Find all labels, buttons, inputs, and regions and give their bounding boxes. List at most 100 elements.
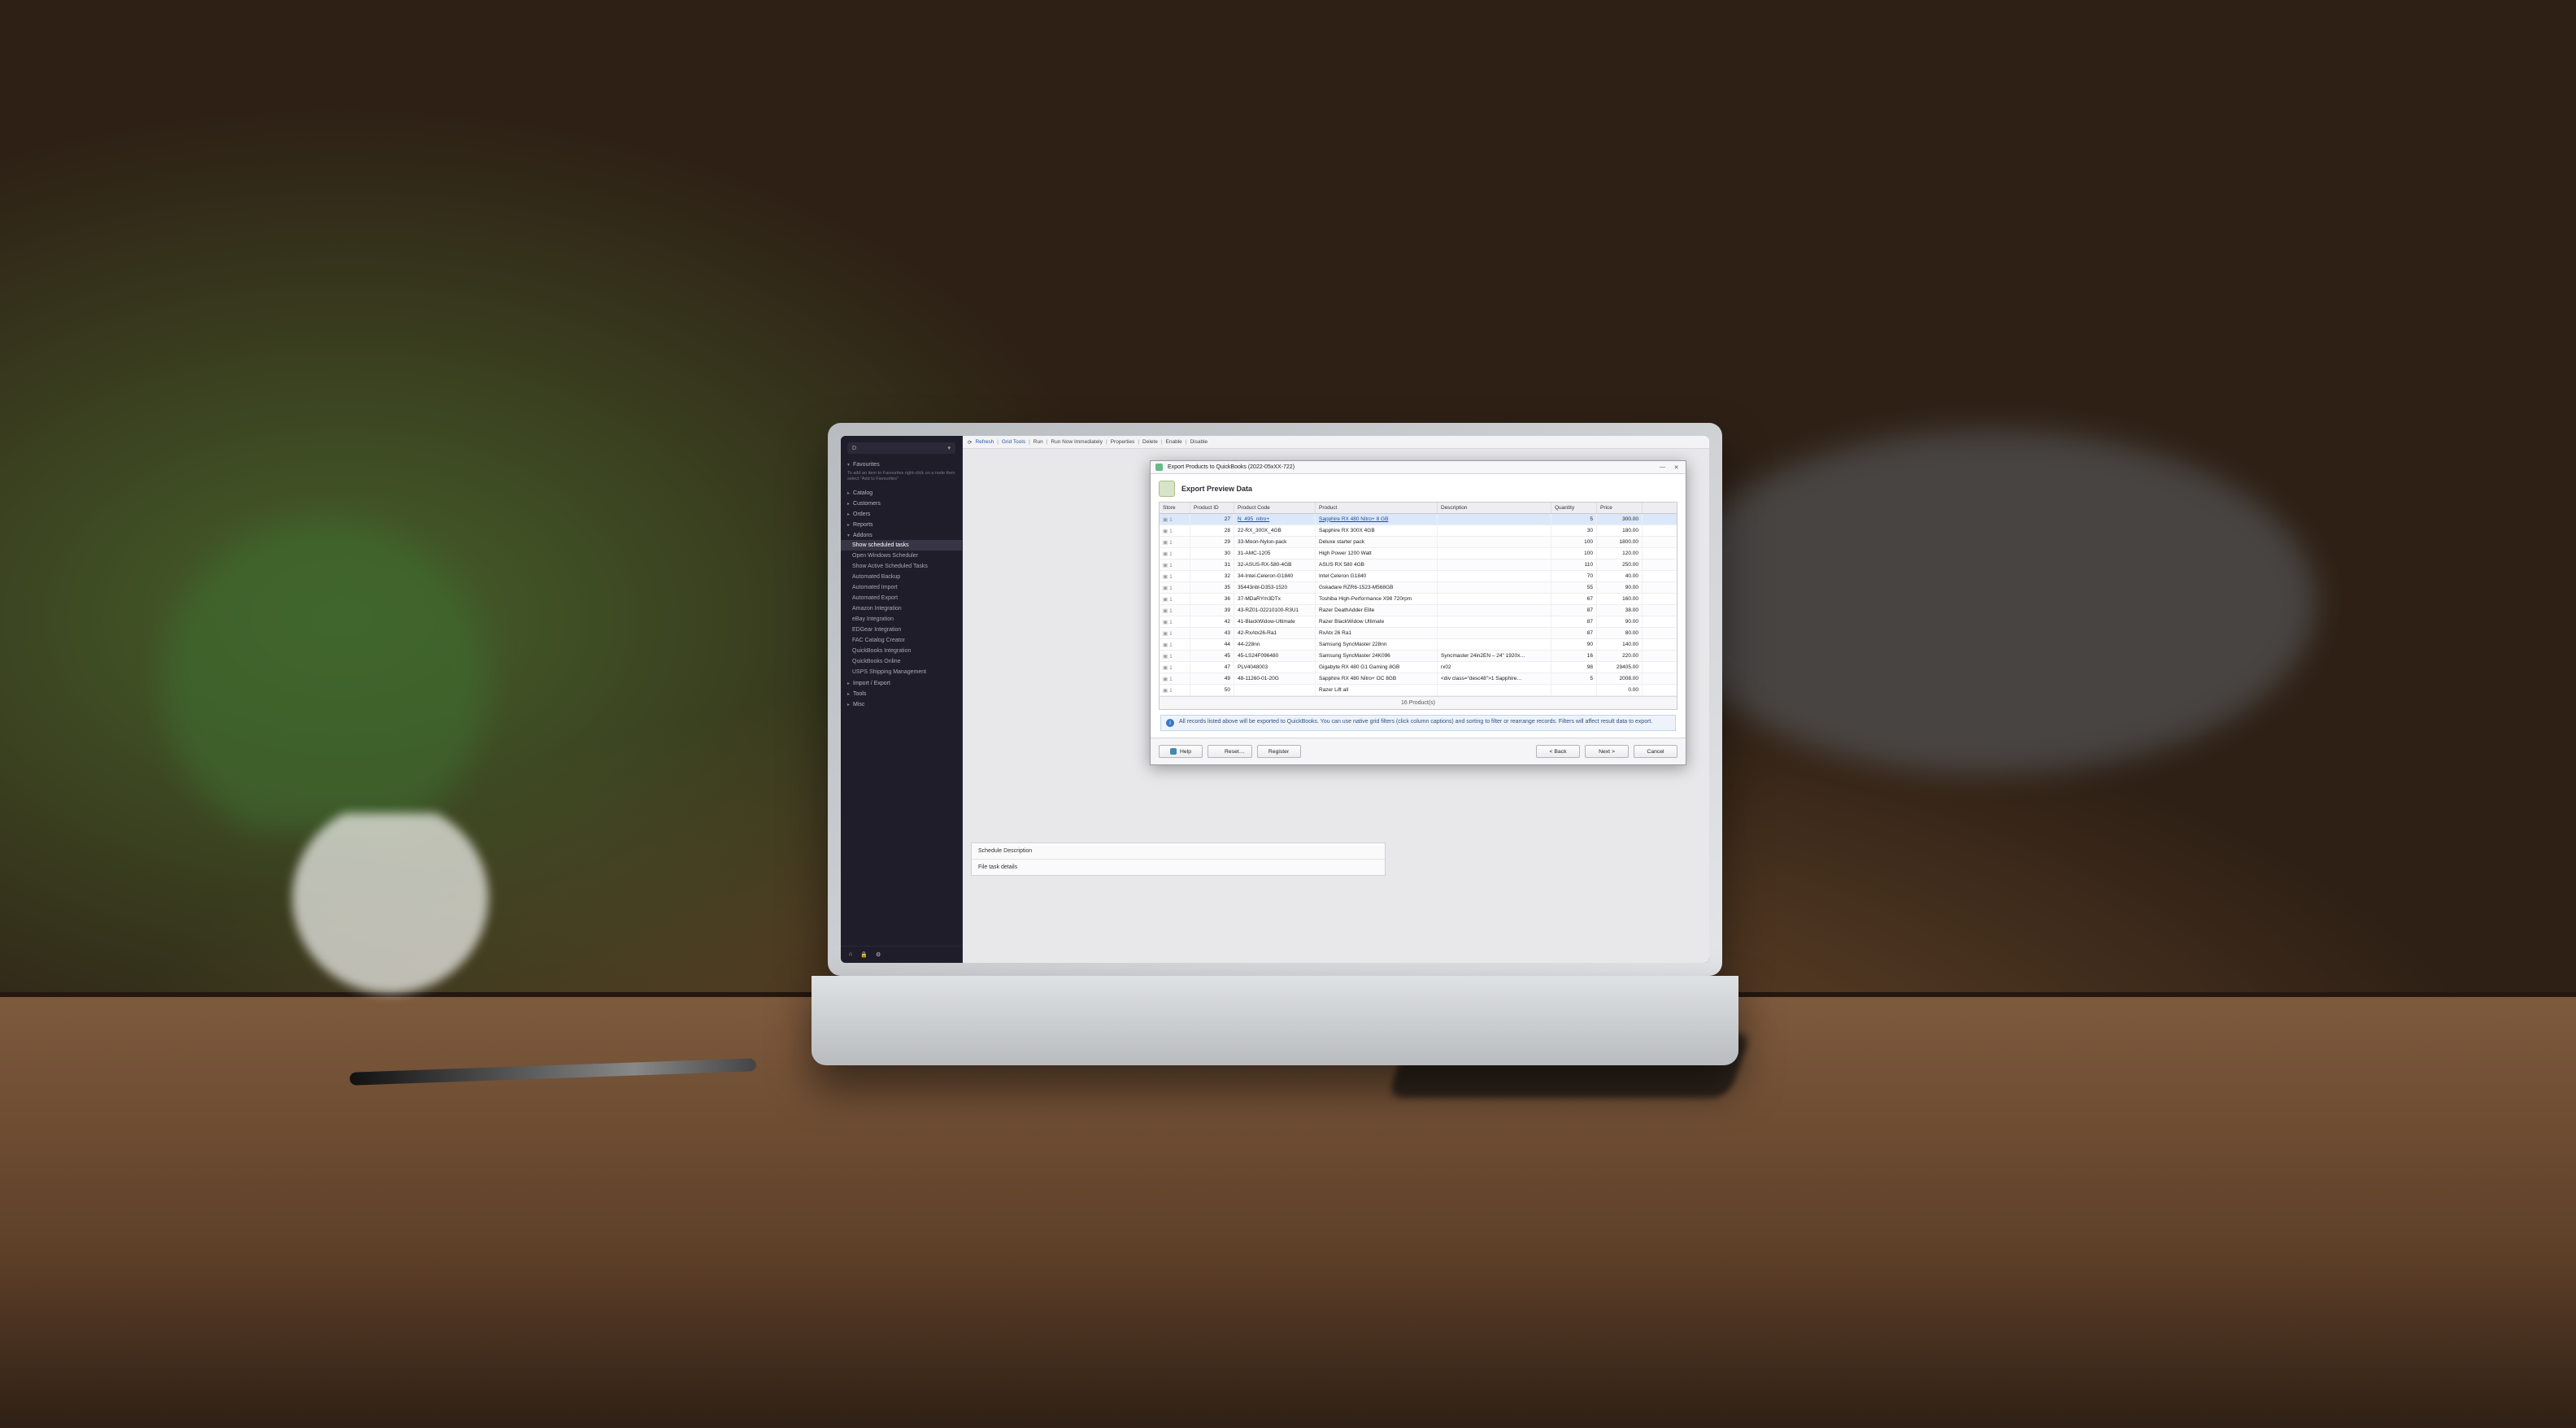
col-product[interactable]: Product (1316, 503, 1438, 513)
cell-price: 0.00 (1597, 685, 1643, 695)
laptop-screen: D ▾ ▾ Favourites To add an item to Favou… (841, 436, 1709, 963)
cell-code: 43-RZ01-02210100-R3U1 (1234, 605, 1316, 616)
table-row[interactable]: 14444-228nnSamsung SyncMaster 228nn90140… (1160, 639, 1677, 651)
lock-icon[interactable]: 🔒 (860, 951, 868, 958)
cell-qty: 16 (1551, 651, 1597, 661)
sidebar-item-addons[interactable]: EDGear Integration (841, 625, 962, 635)
cell-qty: 110 (1551, 559, 1597, 570)
sidebar-section-reports[interactable]: ▸ Reports (841, 519, 962, 529)
col-product-id[interactable]: Product ID (1190, 503, 1234, 513)
chevron-right-icon: ▸ (847, 681, 850, 686)
sidebar-item-addons[interactable]: QuickBooks Online (841, 656, 962, 667)
register-button[interactable]: Register (1257, 745, 1301, 758)
table-row[interactable]: 13943-RZ01-02210100-R3U1Razer DeathAdder… (1160, 605, 1677, 616)
sidebar-item-addons[interactable]: Automated Backup (841, 572, 962, 582)
cell-price: 90.00 (1597, 616, 1643, 627)
next-button[interactable]: Next > (1585, 745, 1629, 758)
sidebar-item-addons[interactable]: eBay Integration (841, 614, 962, 625)
table-row[interactable]: 14948-11260-01-20GSapphire RX 480 Nitro+… (1160, 673, 1677, 685)
toolbar-properties[interactable]: Properties (1111, 439, 1135, 445)
sidebar-section-misc[interactable]: ▸ Misc (841, 699, 962, 709)
col-store[interactable]: Store (1160, 503, 1190, 513)
toolbar-refresh[interactable]: Refresh (975, 439, 994, 445)
sidebar-item-addons[interactable]: Automated Export (841, 593, 962, 603)
modal-titlebar[interactable]: Export Products to QuickBooks (2022-05xX… (1151, 461, 1686, 474)
cell-code: N_495_nitro+ (1234, 514, 1316, 525)
reset-button[interactable]: Reset… (1208, 745, 1252, 758)
cell-store: 1 (1160, 559, 1190, 570)
sidebar-footer: ⌂ 🔒 ⚙ (841, 946, 962, 963)
store-selector[interactable]: D ▾ (847, 442, 955, 454)
minimize-icon[interactable]: — (1658, 463, 1667, 472)
cell-price: 38.00 (1597, 605, 1643, 616)
cell-product: Intel Celeron G1840 (1316, 571, 1438, 581)
sidebar-section-addons[interactable]: ▾ Addons (841, 529, 962, 540)
sidebar-item-addons[interactable]: FAC Catalog Creator (841, 635, 962, 646)
table-row[interactable]: 13234-Intel-Celeron-G1840Intel Celeron G… (1160, 571, 1677, 582)
col-description[interactable]: Description (1438, 503, 1551, 513)
application: D ▾ ▾ Favourites To add an item to Favou… (841, 436, 1709, 963)
cell-desc (1438, 582, 1551, 593)
decor-pillow (1600, 293, 2576, 911)
sidebar-section-import-export[interactable]: ▸ Import / Export (841, 677, 962, 688)
sidebar-item-addons[interactable]: QuickBooks Integration (841, 646, 962, 656)
toolbar-run-now[interactable]: Run Now Immediately (1051, 439, 1103, 445)
sidebar-item-addons[interactable]: Open Windows Scheduler (841, 551, 962, 561)
col-quantity[interactable]: Quantity (1551, 503, 1597, 513)
cell-product: ASUS RX 580 4GB (1316, 559, 1438, 570)
sidebar-section-customers[interactable]: ▸ Customers (841, 498, 962, 508)
toolbar-enable[interactable]: Enable (1166, 439, 1182, 445)
back-button[interactable]: < Back (1536, 745, 1580, 758)
toolbar-disable[interactable]: Disable (1190, 439, 1208, 445)
table-row[interactable]: 13132-ASUS-RX-580-4GBASUS RX 580 4GB1102… (1160, 559, 1677, 571)
sidebar-item-addons[interactable]: USPS Shipping Management (841, 667, 962, 677)
cell-pid: 30 (1190, 548, 1234, 559)
sidebar-section-label: Tools (853, 691, 866, 697)
sidebar-item-addons[interactable]: Amazon Integration (841, 603, 962, 614)
cell-desc (1438, 639, 1551, 650)
toolbar-grid-tools[interactable]: Grid Tools (1002, 439, 1025, 445)
table-row[interactable]: 13031-AMC-1205High Power 1200 Watt100120… (1160, 548, 1677, 559)
table-row[interactable]: 13637-MDaRYm3DTxToshiba High-Performance… (1160, 594, 1677, 605)
cell-code: 42-RxAtx26-Ra1 (1234, 628, 1316, 638)
close-icon[interactable]: ✕ (1672, 463, 1681, 472)
col-price[interactable]: Price (1597, 503, 1643, 513)
cell-price: 250.00 (1597, 559, 1643, 570)
table-row[interactable]: 12822-RX_300X_4GBSapphire RX 300X 4GB301… (1160, 525, 1677, 537)
sidebar-section-catalog[interactable]: ▸ Catalog (841, 487, 962, 498)
toolbar-run[interactable]: Run (1033, 439, 1043, 445)
table-row[interactable]: 14241-BlackWidow-UltimateRazer BlackWido… (1160, 616, 1677, 628)
table-row[interactable]: 12933-Moon-Nylon-packDeluxe starter pack… (1160, 537, 1677, 548)
toolbar-delete[interactable]: Delete (1142, 439, 1158, 445)
table-row[interactable]: 14545-LS24F096480Samsung SyncMaster 24K0… (1160, 651, 1677, 662)
col-product-code[interactable]: Product Code (1234, 503, 1316, 513)
chevron-down-icon: ▾ (847, 533, 850, 538)
cancel-button[interactable]: Cancel (1634, 745, 1677, 758)
cell-code: 31-AMC-1205 (1234, 548, 1316, 559)
refresh-icon[interactable]: ⟳ (968, 439, 972, 446)
cell-code (1234, 685, 1316, 695)
cell-price: 180.00 (1597, 525, 1643, 536)
cell-pid: 29 (1190, 537, 1234, 547)
sidebar-section-favourites[interactable]: ▾ Favourites (841, 459, 962, 469)
help-button[interactable]: Help (1159, 745, 1203, 758)
cell-store: 1 (1160, 525, 1190, 536)
gear-icon[interactable]: ⚙ (876, 951, 881, 958)
cell-store: 1 (1160, 616, 1190, 627)
modal-body: Export Preview Data Store Product ID Pro… (1151, 474, 1686, 738)
table-row[interactable]: 150Razer Lift all0.00 (1160, 685, 1677, 696)
home-icon[interactable]: ⌂ (849, 951, 852, 958)
table-row[interactable]: 14342-RxAtx26-Ra1RxAtx 26 Ra18780.00 (1160, 628, 1677, 639)
app-icon (1155, 464, 1163, 471)
sidebar-section-orders[interactable]: ▸ Orders (841, 508, 962, 519)
table-row[interactable]: 13535443nbl-D353-1520Gskadare RZR6-1523-… (1160, 582, 1677, 594)
sidebar-item-addons[interactable]: Automated Import (841, 582, 962, 593)
laptop: D ▾ ▾ Favourites To add an item to Favou… (828, 423, 1722, 1057)
sidebar-item-addons[interactable]: Show Active Scheduled Tasks (841, 561, 962, 572)
cell-pid: 36 (1190, 594, 1234, 604)
table-row[interactable]: 127N_495_nitro+Sapphire RX 480 Nitro+ 8 … (1160, 514, 1677, 525)
table-row[interactable]: 147PLV4048003Gigabyte RX 480 G1 Gaming 8… (1160, 662, 1677, 673)
sidebar-section-tools[interactable]: ▸ Tools (841, 688, 962, 699)
schedule-details-label: File task details (972, 860, 1053, 875)
sidebar-item-addons[interactable]: Show scheduled tasks (841, 540, 962, 551)
